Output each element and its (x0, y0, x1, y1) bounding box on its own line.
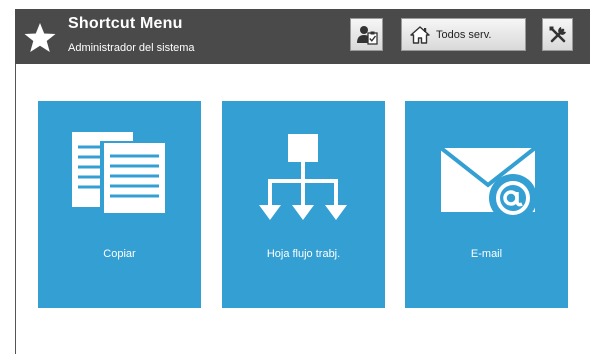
all-services-button[interactable]: Todos serv. (401, 18, 526, 51)
copy-tile-label: Copiar (103, 248, 136, 260)
header-bar: Shortcut Menu Administrador del sistema … (15, 9, 590, 64)
email-tile[interactable]: E-mail (405, 101, 568, 308)
screen-left-border (15, 64, 16, 354)
email-icon (439, 146, 537, 222)
workflow-tile-label: Hoja flujo trabj. (266, 248, 341, 260)
workflow-tile[interactable]: Hoja flujo trabj. (222, 101, 385, 308)
workflow-icon (259, 134, 347, 220)
all-services-label: Todos serv. (436, 28, 492, 41)
tools-button[interactable] (542, 18, 573, 51)
copy-documents-icon (72, 132, 166, 214)
page-title: Shortcut Menu (68, 15, 183, 32)
user-info-button[interactable] (350, 18, 383, 51)
copy-tile[interactable]: Copiar (38, 101, 201, 308)
user-role-label: Administrador del sistema (68, 42, 195, 54)
star-icon (24, 23, 56, 52)
email-tile-label: E-mail (470, 248, 503, 260)
tools-icon (549, 26, 566, 42)
home-icon (410, 25, 430, 44)
user-clipboard-icon (356, 25, 378, 45)
